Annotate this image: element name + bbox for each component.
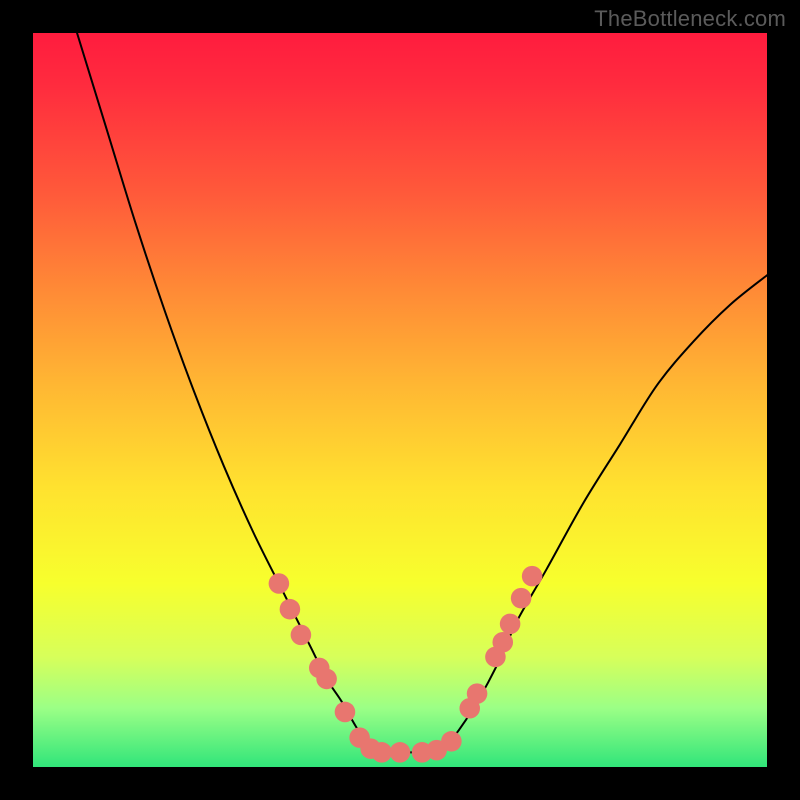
data-dots (269, 566, 543, 763)
watermark-text: TheBottleneck.com (594, 6, 786, 32)
bottleneck-curve-path (77, 33, 767, 753)
bottleneck-curve (77, 33, 767, 753)
data-dot (335, 702, 356, 723)
data-dot (511, 588, 532, 609)
data-dot (280, 599, 301, 620)
data-dot (492, 632, 513, 653)
data-dot (316, 669, 337, 690)
data-dot (500, 614, 521, 635)
data-dot (269, 573, 290, 594)
chart-frame: TheBottleneck.com (0, 0, 800, 800)
data-dot (467, 683, 488, 704)
data-dot (371, 742, 392, 763)
data-dot (291, 625, 312, 646)
data-dot (441, 731, 462, 752)
data-dot (390, 742, 411, 763)
chart-overlay-svg (33, 33, 767, 767)
data-dot (522, 566, 543, 587)
